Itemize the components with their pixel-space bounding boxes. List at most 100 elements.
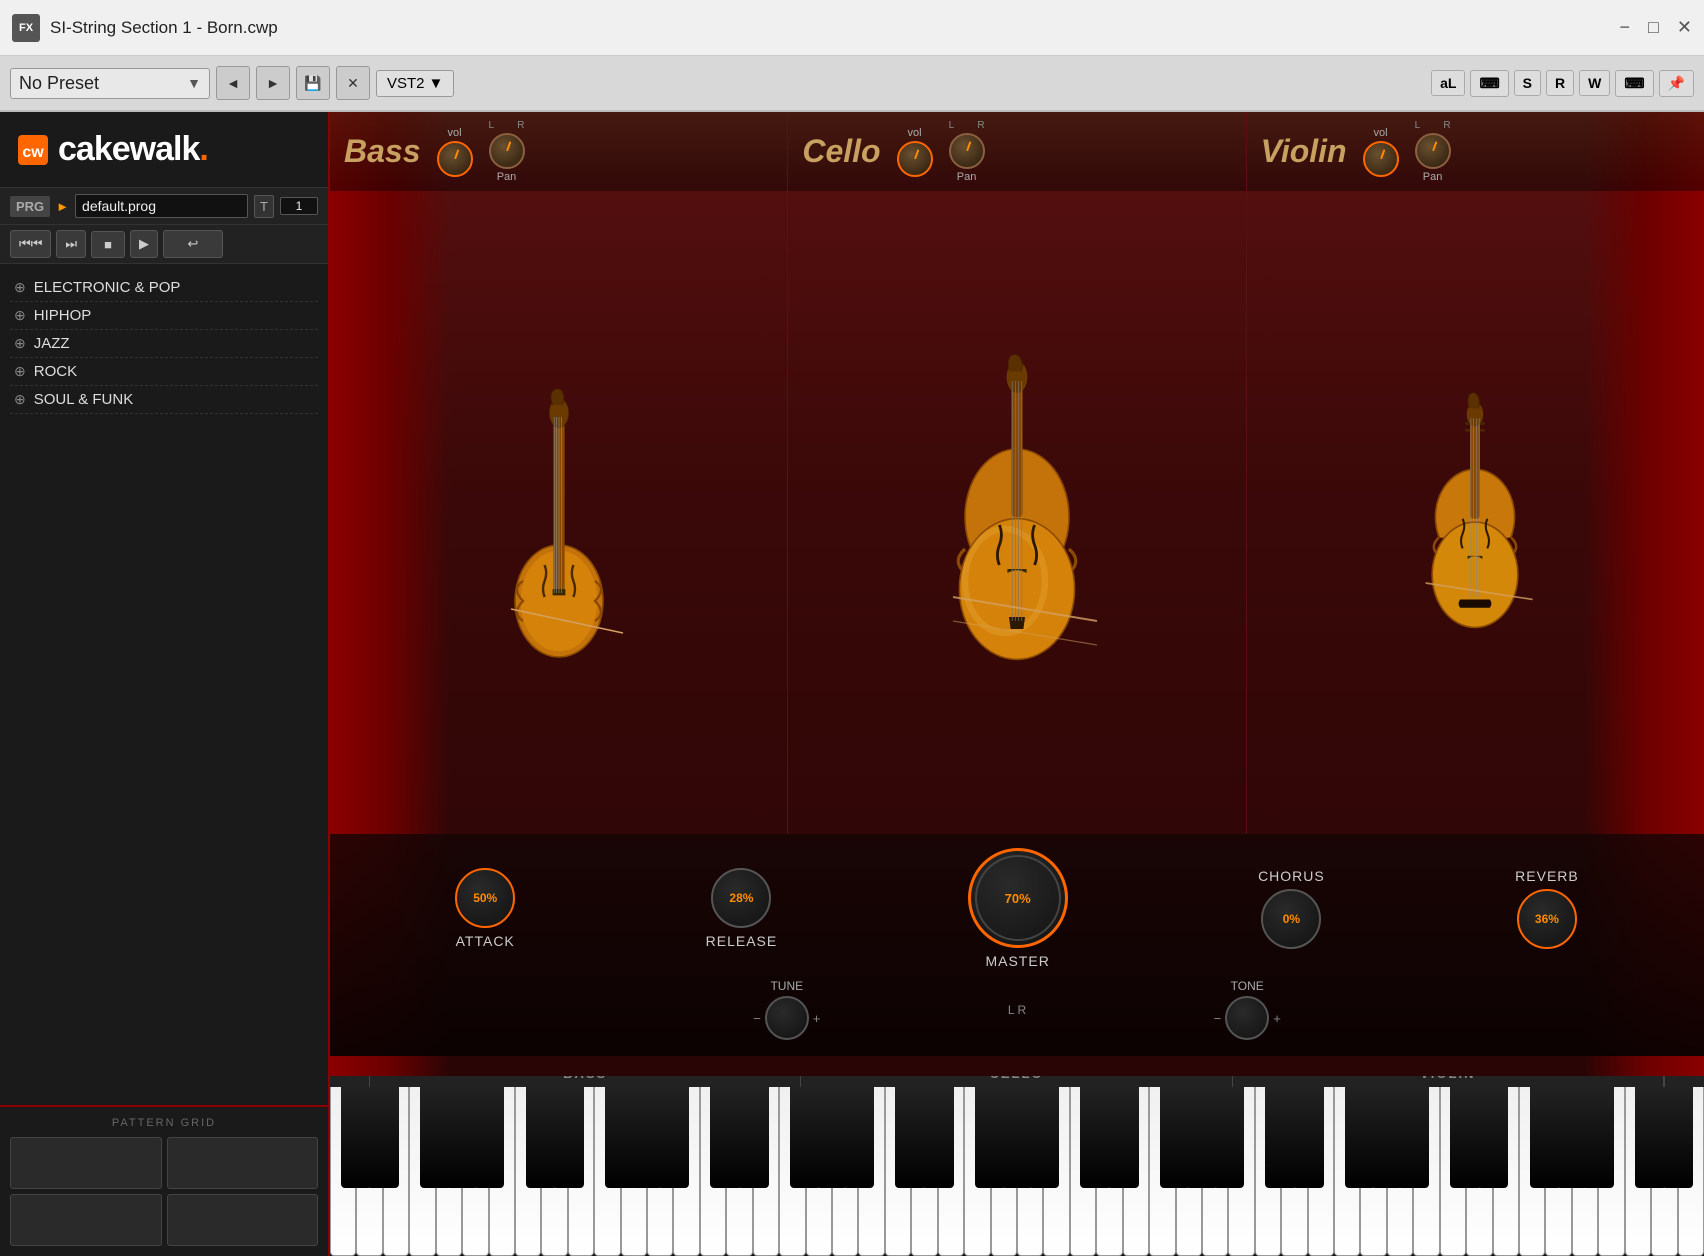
category-label: HIPHOP [34, 307, 92, 324]
keyboard-section: BASS CELLO VIOLIN [330, 1056, 1704, 1256]
tone-knob[interactable] [1225, 996, 1269, 1040]
black-key[interactable] [367, 1087, 399, 1188]
right-panel: Bass vol L R Pan [330, 112, 1704, 1256]
violin-vol-knob[interactable] [1363, 141, 1399, 177]
cello-vol-knob[interactable] [897, 141, 933, 177]
black-key[interactable] [1477, 1087, 1509, 1188]
vst-format-button[interactable]: VST2 ▼ [376, 70, 454, 97]
prog-t-button[interactable]: T [254, 195, 274, 218]
piano-keyboard[interactable] [330, 1087, 1704, 1256]
record-loop-button[interactable]: ↩ [163, 230, 223, 258]
preset-dropdown[interactable]: No Preset ▼ [10, 68, 210, 99]
prog-arrow-icon[interactable]: ► [56, 199, 69, 214]
category-rock[interactable]: ⊕ ROCK [10, 358, 318, 386]
master-label: MASTER [985, 953, 1049, 969]
pattern-cell-2[interactable] [167, 1137, 319, 1189]
master-control: 70% MASTER [968, 848, 1068, 969]
program-row: PRG ► default.prog T 1 [0, 188, 328, 225]
category-list: ⊕ ELECTRONIC & POP ⊕ HIPHOP ⊕ JAZZ ⊕ ROC… [0, 264, 328, 1105]
tune-plus-sign: + [813, 1011, 821, 1026]
violin-pan-r: R [1443, 120, 1450, 131]
category-electronic-pop[interactable]: ⊕ ELECTRONIC & POP [10, 274, 318, 302]
tone-control: TONE − + [1214, 979, 1281, 1040]
category-soul-funk[interactable]: ⊕ SOUL & FUNK [10, 386, 318, 414]
black-key[interactable] [473, 1087, 505, 1188]
minimize-button[interactable]: − [1620, 17, 1631, 38]
violin-pan-l: L [1415, 120, 1421, 131]
black-key[interactable] [1292, 1087, 1324, 1188]
black-key[interactable] [1028, 1087, 1060, 1188]
w-button[interactable]: W [1579, 70, 1610, 96]
play-button[interactable]: ▶ [130, 230, 158, 258]
master-knob[interactable]: 70% [968, 848, 1068, 948]
expand-icon: ⊕ [14, 391, 26, 408]
pattern-cell-4[interactable] [167, 1194, 319, 1246]
pin-button[interactable]: 📌 [1659, 70, 1694, 97]
violin-title: Violin [1261, 133, 1347, 170]
prog-name[interactable]: default.prog [75, 194, 248, 218]
cello-vol-label: vol [908, 127, 922, 139]
black-key[interactable] [1213, 1087, 1245, 1188]
window-controls: − □ ✕ [1620, 17, 1692, 38]
tune-knob[interactable] [765, 996, 809, 1040]
midi-keyboard-button[interactable]: ⌨ [1615, 70, 1653, 97]
black-key[interactable] [843, 1087, 875, 1188]
black-key[interactable] [658, 1087, 690, 1188]
black-key[interactable] [552, 1087, 584, 1188]
attack-knob[interactable]: 50% [455, 868, 515, 928]
tune-control: TUNE − + [753, 979, 820, 1040]
cancel-preset-button[interactable]: ✕ [336, 66, 370, 100]
maximize-button[interactable]: □ [1648, 17, 1659, 38]
category-label: ELECTRONIC & POP [34, 279, 181, 296]
close-button[interactable]: ✕ [1677, 17, 1692, 38]
category-hiphop[interactable]: ⊕ HIPHOP [10, 302, 318, 330]
violin-image [1405, 191, 1545, 834]
left-panel: cw cakewalk. PRG ► default.prog T 1 ⏮⏮ ⏭… [0, 112, 330, 1256]
pattern-cell-1[interactable] [10, 1137, 162, 1189]
bass-image [479, 191, 639, 834]
bass-vol-knob[interactable] [437, 141, 473, 177]
s-button[interactable]: S [1514, 70, 1541, 96]
master-lr-label: L R [1008, 1003, 1026, 1017]
category-jazz[interactable]: ⊕ JAZZ [10, 330, 318, 358]
attack-control: 50% ATTACK [455, 868, 515, 949]
expand-icon: ⊕ [14, 335, 26, 352]
category-label: ROCK [34, 363, 77, 380]
pattern-cell-3[interactable] [10, 1194, 162, 1246]
violin-vol-knob-area: vol [1363, 127, 1399, 177]
violin-instrument-svg [1405, 373, 1545, 653]
release-knob[interactable]: 28% [711, 868, 771, 928]
bass-pan-knob[interactable] [489, 133, 525, 169]
bass-title: Bass [344, 133, 421, 170]
plugin-toolbar: No Preset ▼ ◄ ► 💾 ✕ VST2 ▼ aL ⌨ S R W ⌨ … [0, 56, 1704, 112]
next-preset-button[interactable]: ► [256, 66, 290, 100]
black-key[interactable] [922, 1087, 954, 1188]
reverb-knob[interactable]: 36% [1517, 889, 1577, 949]
keyboard-icon-button[interactable]: ⌨ [1470, 70, 1508, 97]
black-key[interactable] [1107, 1087, 1139, 1188]
prev-preset-button[interactable]: ◄ [216, 66, 250, 100]
al-button[interactable]: aL [1431, 70, 1465, 96]
rewind-button[interactable]: ⏮⏮ [10, 230, 51, 258]
save-preset-button[interactable]: 💾 [296, 66, 330, 100]
violin-pan-knob[interactable] [1415, 133, 1451, 169]
cello-pan-knob[interactable] [949, 133, 985, 169]
black-key[interactable] [737, 1087, 769, 1188]
preset-arrow-icon: ▼ [187, 75, 201, 91]
violin-header: Violin vol L R Pan [1247, 112, 1704, 191]
fast-forward-button[interactable]: ⏭ [56, 230, 86, 258]
stop-button[interactable]: ■ [91, 231, 125, 258]
black-key[interactable] [1662, 1087, 1694, 1188]
chorus-knob[interactable]: 0% [1261, 889, 1321, 949]
black-key[interactable] [1397, 1087, 1429, 1188]
instruments-area: Bass vol L R Pan [330, 112, 1704, 834]
black-key[interactable] [1582, 1087, 1614, 1188]
cello-image [917, 191, 1117, 834]
r-button[interactable]: R [1546, 70, 1574, 96]
release-label: RELEASE [706, 933, 778, 949]
tone-label: TONE [1231, 979, 1264, 993]
pattern-grid-label: PATTERN GRID [10, 1117, 318, 1129]
transport-row: ⏮⏮ ⏭ ■ ▶ ↩ [0, 225, 328, 264]
prog-label: PRG [10, 196, 50, 217]
prog-number-display[interactable]: 1 [280, 197, 318, 215]
